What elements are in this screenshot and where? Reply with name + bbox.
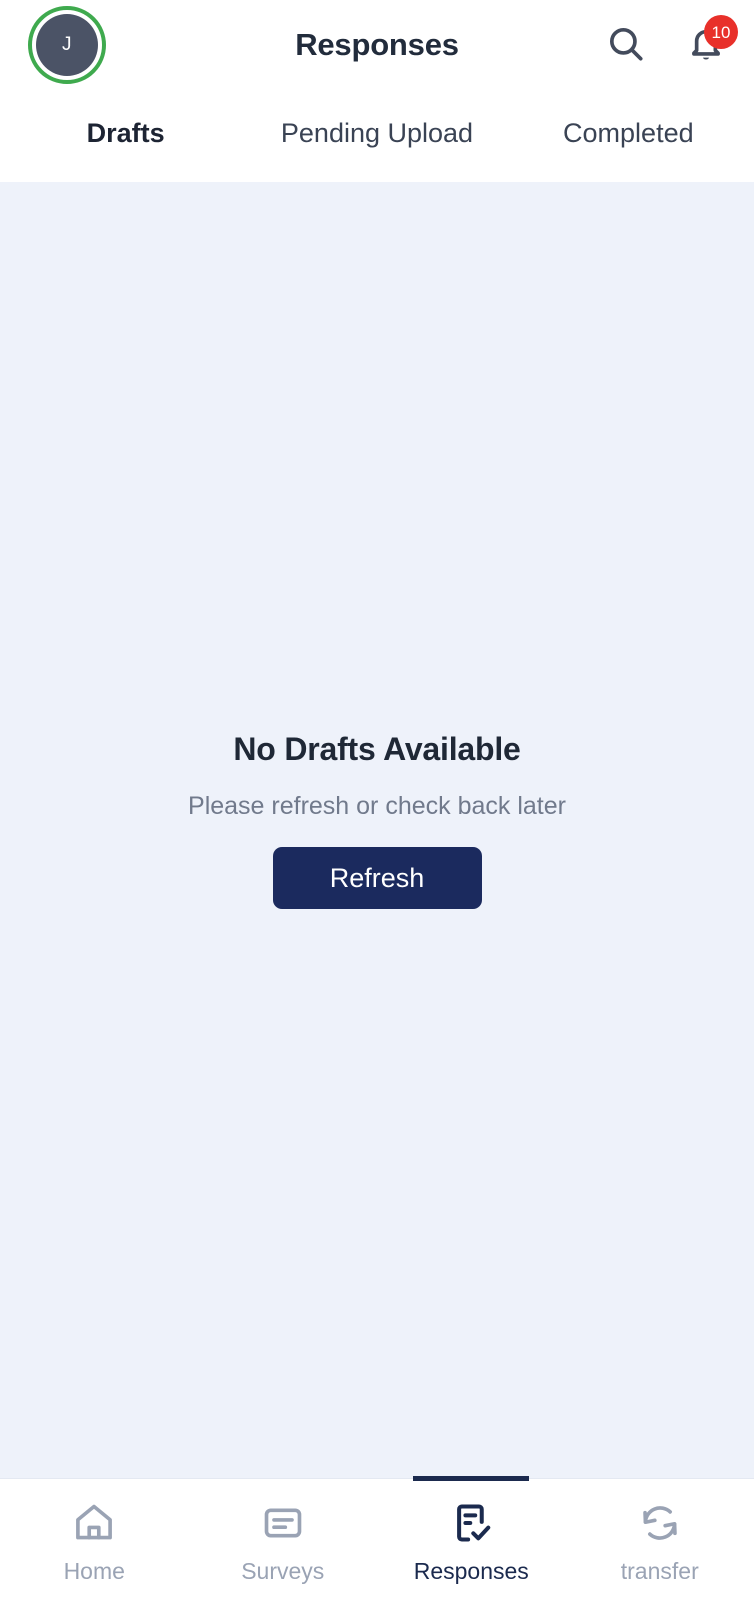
content-area: No Drafts Available Please refresh or ch… [0, 182, 754, 1478]
tab-pending-upload[interactable]: Pending Upload [251, 90, 502, 182]
nav-item-responses-label: Responses [413, 1558, 529, 1584]
empty-state: No Drafts Available Please refresh or ch… [188, 731, 566, 909]
empty-state-subtitle: Please refresh or check back later [188, 792, 566, 820]
avatar-initial: J [62, 34, 72, 55]
document-check-icon [448, 1500, 494, 1549]
tab-completed-label: Completed [563, 117, 694, 148]
nav-item-home-label: Home [63, 1558, 125, 1584]
empty-state-title: No Drafts Available [233, 731, 521, 767]
notifications-button[interactable]: 10 [680, 15, 738, 71]
avatar-initial-circle: J [36, 14, 98, 76]
home-icon [71, 1500, 117, 1549]
tab-drafts[interactable]: Drafts [0, 90, 252, 187]
sync-arrows-icon [637, 1500, 683, 1549]
bottom-navigation: Home Surveys Responses transfer [0, 1478, 754, 1600]
search-button[interactable] [600, 19, 652, 71]
nav-item-responses[interactable]: Responses [377, 1479, 566, 1600]
avatar[interactable]: J [28, 6, 106, 84]
notification-badge: 10 [704, 15, 738, 49]
refresh-button-label: Refresh [329, 862, 425, 893]
nav-item-transfer[interactable]: transfer [566, 1479, 754, 1600]
nav-item-surveys-label: Surveys [241, 1558, 325, 1584]
search-icon [605, 23, 647, 68]
nav-item-transfer-label: transfer [620, 1558, 699, 1584]
tab-completed[interactable]: Completed [503, 90, 754, 182]
tab-pending-upload-label: Pending Upload [280, 117, 474, 148]
survey-document-icon [260, 1500, 306, 1549]
nav-item-home[interactable]: Home [0, 1479, 189, 1600]
header-actions: 10 [600, 15, 738, 71]
tab-drafts-label: Drafts [86, 117, 165, 148]
refresh-button[interactable]: Refresh [272, 847, 482, 909]
app-header: J Responses 10 [0, 0, 754, 90]
app-screen: J Responses 10 Drafts Pending Upload Com… [0, 0, 754, 1600]
nav-item-surveys[interactable]: Surveys [189, 1479, 378, 1600]
tab-bar: Drafts Pending Upload Completed [0, 90, 754, 187]
